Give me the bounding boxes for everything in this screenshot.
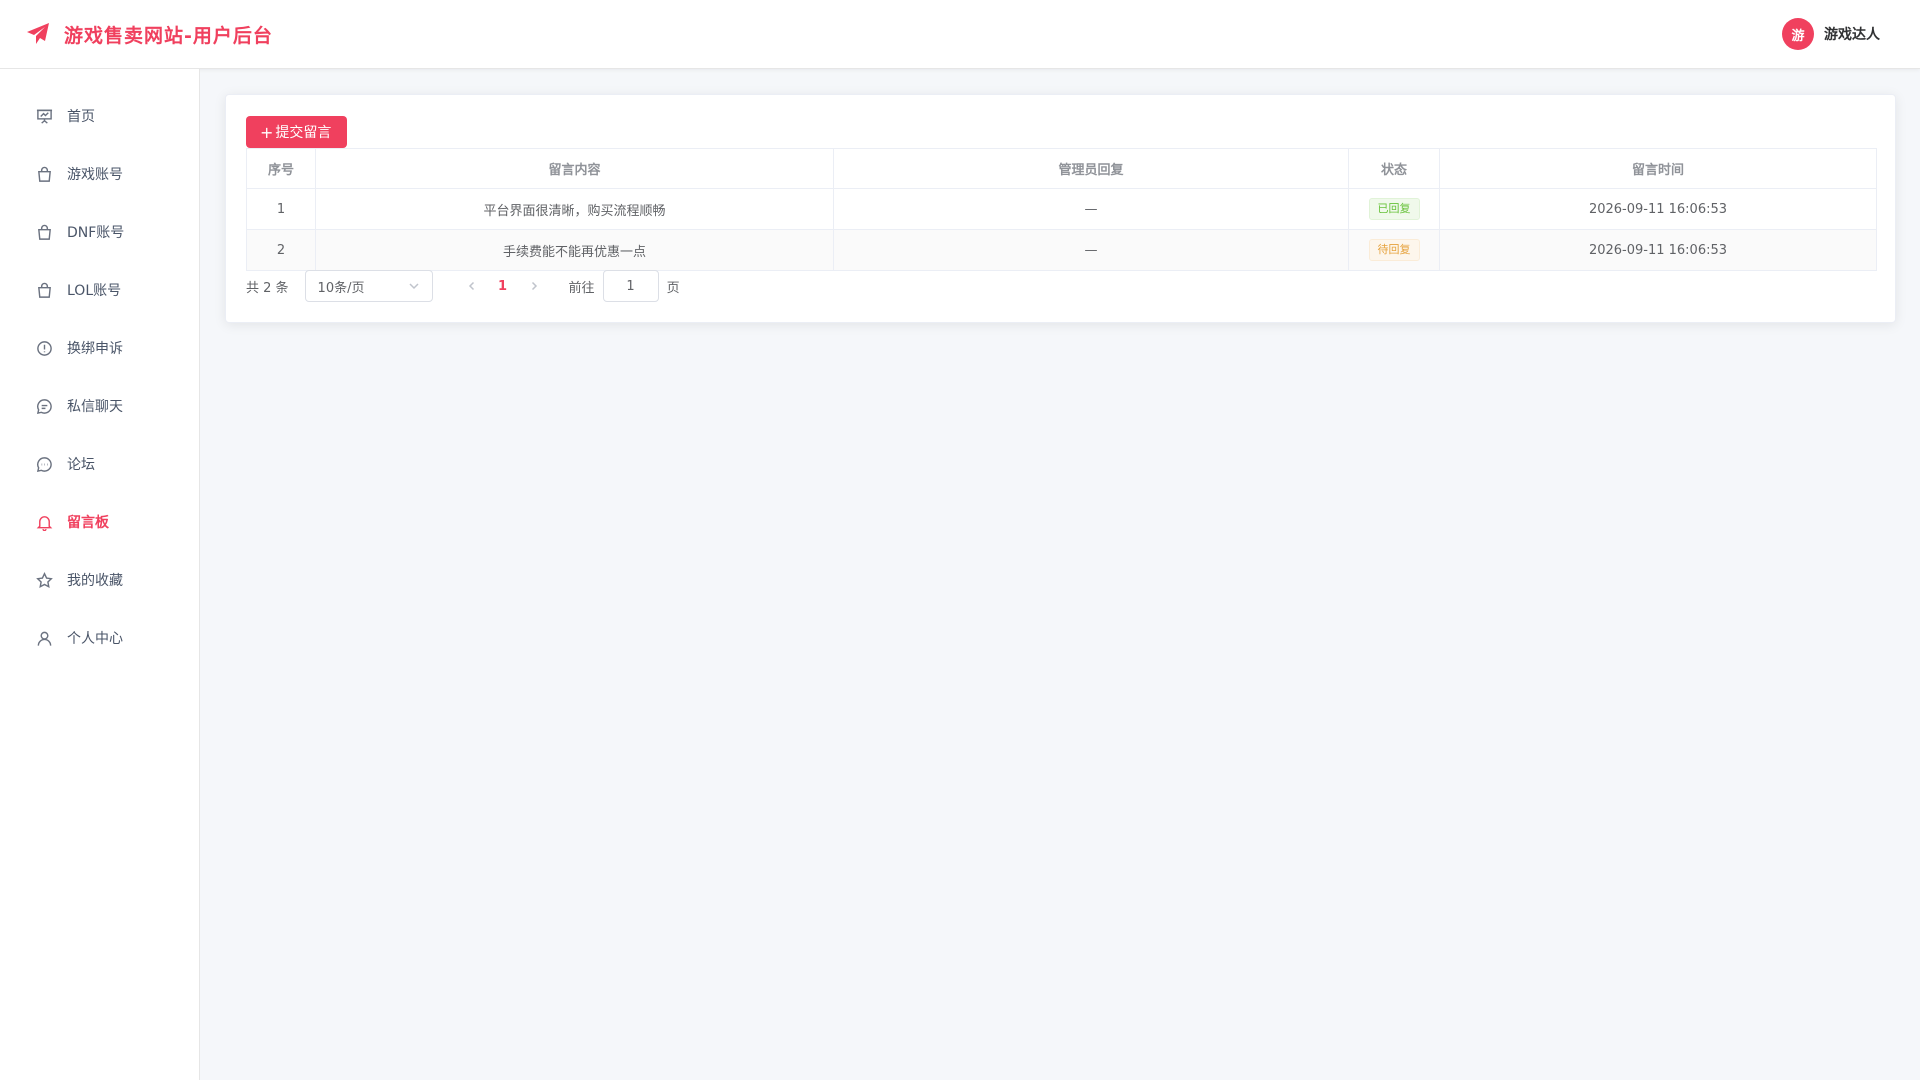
- cell-reply: —: [833, 188, 1349, 230]
- sidebar-item-label: 我的收藏: [67, 573, 123, 589]
- column-header-time: 留言时间: [1439, 148, 1877, 189]
- pagination-total: 共 2 条: [246, 280, 289, 296]
- sidebar-item-profile[interactable]: 个人中心: [0, 609, 199, 667]
- sidebar-item-label: 论坛: [67, 457, 95, 473]
- message-board-card: + 提交留言 序号 留言内容 管理员回复 状态 留言时间 1 平台界面很清晰，购…: [225, 94, 1896, 323]
- page-suffix-label: 页: [666, 280, 680, 296]
- shopping-bag-icon: [35, 281, 53, 299]
- user-menu[interactable]: 游 游戏达人: [1782, 18, 1880, 50]
- cell-time: 2026-09-11 16:06:53: [1439, 188, 1877, 230]
- sidebar-item-label: DNF账号: [67, 225, 125, 241]
- bell-icon: [35, 513, 53, 531]
- cell-status: 已回复: [1348, 188, 1440, 230]
- chevron-down-icon: [409, 283, 419, 290]
- sidebar-item-forum[interactable]: 论坛: [0, 435, 199, 493]
- paper-plane-icon: [27, 23, 49, 44]
- table-row[interactable]: 1 平台界面很清晰，购买流程顺畅 — 已回复 2026-09-11 16:06:…: [246, 188, 1877, 230]
- cell-content: 平台界面很清晰，购买流程顺畅: [315, 188, 834, 230]
- cell-index: 2: [246, 229, 316, 271]
- goto-label: 前往: [568, 280, 595, 296]
- sidebar: 首页 游戏账号 DNF账号 LOL账号 换绑申诉 私信聊天 论坛 留言板 我的收…: [0, 69, 200, 1080]
- sidebar-item-lol-accounts[interactable]: LOL账号: [0, 261, 199, 319]
- chevron-right-icon: [531, 281, 537, 291]
- table-row[interactable]: 2 手续费能不能再优惠一点 — 待回复 2026-09-11 16:06:53: [246, 229, 1877, 271]
- chat-bubble-icon: [35, 397, 53, 415]
- sidebar-item-label: 游戏账号: [67, 167, 123, 183]
- page-number-current[interactable]: 1: [487, 272, 519, 300]
- sidebar-item-label: 留言板: [67, 515, 109, 531]
- page-size-value: 10条/页: [317, 280, 365, 296]
- sidebar-item-label: 换绑申诉: [67, 341, 123, 357]
- submit-message-button[interactable]: + 提交留言: [246, 116, 348, 148]
- chevron-left-icon: [468, 281, 474, 291]
- sidebar-item-favorites[interactable]: 我的收藏: [0, 551, 199, 609]
- sidebar-item-label: LOL账号: [67, 283, 122, 299]
- sidebar-item-dnf-accounts[interactable]: DNF账号: [0, 203, 199, 261]
- shopping-bag-icon: [35, 223, 53, 241]
- status-badge: 已回复: [1368, 198, 1420, 220]
- goto-page-input[interactable]: [602, 270, 659, 302]
- sidebar-item-home[interactable]: 首页: [0, 87, 199, 145]
- column-header-content: 留言内容: [315, 148, 834, 189]
- site-title: 游戏售卖网站-用户后台: [64, 24, 273, 47]
- chat-dots-icon: [35, 455, 53, 473]
- sidebar-item-game-accounts[interactable]: 游戏账号: [0, 145, 199, 203]
- next-page-button[interactable]: [519, 272, 549, 300]
- sidebar-item-appeal[interactable]: 换绑申诉: [0, 319, 199, 377]
- sidebar-item-label: 私信聊天: [67, 399, 123, 415]
- presentation-board-icon: [35, 107, 53, 125]
- page-size-select[interactable]: 10条/页: [304, 270, 433, 302]
- user-icon: [35, 629, 53, 647]
- brand[interactable]: 游戏售卖网站-用户后台: [26, 21, 273, 48]
- avatar[interactable]: 游: [1782, 18, 1814, 50]
- sidebar-item-label: 个人中心: [67, 631, 123, 647]
- cell-index: 1: [246, 188, 316, 230]
- shopping-bag-icon: [35, 165, 53, 183]
- submit-message-label: 提交留言: [275, 125, 332, 141]
- sidebar-item-private-chat[interactable]: 私信聊天: [0, 377, 199, 435]
- top-header: 游戏售卖网站-用户后台 游 游戏达人: [0, 0, 1920, 69]
- cell-time: 2026-09-11 16:06:53: [1439, 229, 1877, 271]
- status-badge: 待回复: [1368, 239, 1420, 261]
- pagination: 共 2 条 10条/页 1 前往 页: [246, 270, 680, 302]
- prev-page-button[interactable]: [457, 272, 487, 300]
- user-name[interactable]: 游戏达人: [1824, 24, 1880, 44]
- messages-table: 序号 留言内容 管理员回复 状态 留言时间 1 平台界面很清晰，购买流程顺畅 —…: [246, 148, 1877, 271]
- warning-circle-icon: [35, 339, 53, 357]
- sidebar-item-message-board[interactable]: 留言板: [0, 493, 199, 551]
- star-icon: [35, 571, 53, 589]
- column-header-reply: 管理员回复: [833, 148, 1349, 189]
- plus-icon: +: [260, 122, 274, 142]
- table-header-row: 序号 留言内容 管理员回复 状态 留言时间: [246, 148, 1877, 189]
- cell-content: 手续费能不能再优惠一点: [315, 229, 834, 271]
- cell-status: 待回复: [1348, 229, 1440, 271]
- cell-reply: —: [833, 229, 1349, 271]
- column-header-index: 序号: [246, 148, 316, 189]
- column-header-status: 状态: [1348, 148, 1440, 189]
- sidebar-item-label: 首页: [67, 109, 95, 125]
